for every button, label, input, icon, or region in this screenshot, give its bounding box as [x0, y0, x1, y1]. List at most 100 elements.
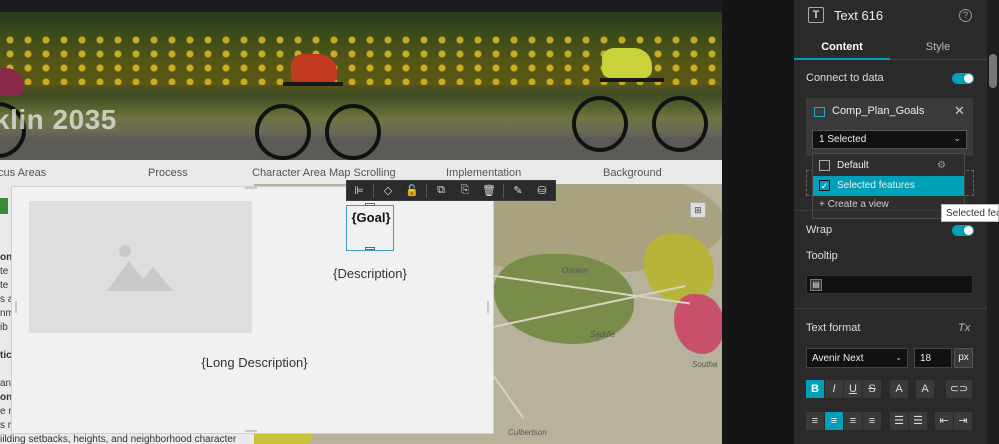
tab-style[interactable]: Style [890, 41, 986, 53]
text-format-label: Text format [806, 322, 861, 334]
text-line: e r [0, 406, 12, 417]
panel-header: T Text 616 ? [794, 0, 987, 32]
nav-item-background[interactable]: Background [603, 167, 662, 179]
long-description-text[interactable]: {Long Description} [162, 355, 347, 370]
datasource-name: Comp_Plan_Goals [832, 105, 925, 117]
card-edge-handle-top[interactable] [245, 187, 257, 189]
clear-format-icon[interactable]: Tx [958, 322, 970, 334]
create-view-link[interactable]: + Create a view [819, 199, 889, 210]
align-icon[interactable]: ⊫ [347, 181, 371, 200]
chevron-down-icon: ⌄ [953, 133, 961, 143]
close-icon[interactable]: ✕ [954, 103, 965, 119]
wrap-toggle[interactable] [952, 225, 974, 236]
panel-tabs: Content Style [794, 36, 987, 60]
font-family-select[interactable]: Avenir Next ⌄ [806, 348, 908, 368]
help-icon[interactable]: ? [959, 9, 972, 22]
bulleted-list-button[interactable]: ☰ [890, 412, 908, 430]
duplicate-icon[interactable]: ⧉ [429, 181, 453, 200]
widget-title: Text 616 [834, 8, 884, 23]
text-widget-icon: T [808, 7, 824, 23]
card-edge-handle-right[interactable] [487, 301, 489, 313]
text-line: ib [0, 322, 8, 333]
hero-title: klin 2035 [0, 104, 117, 135]
text-line: te [0, 266, 9, 277]
align-left-button[interactable]: ≡ [806, 412, 824, 430]
resize-handle-bottom[interactable] [365, 247, 375, 250]
description-text[interactable]: {Description} [310, 266, 430, 281]
map-label: Ortown [562, 266, 588, 275]
panel-scrollbar[interactable] [987, 0, 999, 444]
underline-button[interactable]: U [844, 380, 862, 398]
tooltip-label: Tooltip [806, 250, 838, 262]
text-line: s r [0, 420, 12, 431]
layers-icon[interactable]: ◇ [376, 181, 400, 200]
default-checkbox[interactable] [819, 160, 830, 171]
nav-item-focus-areas[interactable]: cus Areas [0, 167, 46, 179]
card-edge-handle-left[interactable] [15, 301, 17, 313]
view-option-selected-features[interactable]: ✓ Selected features [813, 176, 964, 196]
card-edge-handle-bottom[interactable] [245, 430, 257, 432]
numbered-list-button[interactable]: ☰ [909, 412, 927, 430]
resize-handle-top[interactable] [365, 203, 375, 206]
wrap-label: Wrap [806, 224, 833, 236]
builder-canvas[interactable]: klin 2035 cus Areas Process Character Ar… [0, 0, 722, 444]
data-icon[interactable]: ⛁ [530, 181, 554, 200]
nav-item-process[interactable]: Process [148, 167, 188, 179]
image-placeholder[interactable] [29, 201, 252, 333]
toolbar-divider [426, 183, 427, 198]
unlock-icon[interactable]: 🔓 [400, 181, 424, 200]
text-line: tic [0, 350, 12, 361]
hover-tooltip: Selected features [941, 204, 999, 222]
justify-button[interactable]: ≡ [863, 412, 881, 430]
expression-icon[interactable]: ▤ [810, 279, 822, 291]
align-center-button[interactable]: ≡ [825, 412, 843, 430]
nav-item-implementation[interactable]: Implementation [446, 167, 521, 179]
view-option-default[interactable]: Default ⚙ [813, 156, 964, 176]
highlight-color-button[interactable]: A [890, 380, 908, 398]
view-select-value: 1 Selected [819, 134, 867, 145]
card-widget[interactable]: {Goal} {Description} {Long Description} [11, 186, 494, 434]
chevron-down-icon: ⌄ [895, 353, 902, 362]
save-template-icon[interactable]: ⎘ [453, 181, 477, 200]
nav-item-character-area[interactable]: Character Area Map Scrolling [252, 167, 396, 179]
font-size-value: 18 [920, 353, 932, 364]
outdent-button[interactable]: ⇤ [935, 412, 953, 430]
text-line: iilding setbacks, heights, and neighborh… [0, 434, 237, 444]
text-line: an [0, 378, 12, 389]
section-divider [794, 308, 987, 309]
map-label: Culbertson [508, 428, 547, 437]
bold-button[interactable]: B [806, 380, 824, 398]
map-label: Saddle [590, 330, 615, 339]
text-line: te [0, 280, 9, 291]
connect-to-data-toggle[interactable] [952, 73, 974, 84]
connect-to-data-label: Connect to data [806, 72, 884, 84]
widget-floating-toolbar: ⊫ ◇ 🔓 ⧉ ⎘ 🗑 ✎ ⛁ [346, 180, 556, 201]
align-right-button[interactable]: ≡ [844, 412, 862, 430]
table-icon [814, 107, 825, 117]
font-color-button[interactable]: A [916, 380, 934, 398]
delete-icon[interactable]: 🗑 [477, 181, 501, 200]
goal-text[interactable]: {Goal} [347, 210, 395, 225]
map-tool-button[interactable]: ⊞ [690, 202, 706, 218]
scrollbar-thumb[interactable] [989, 54, 997, 88]
font-size-input[interactable]: 18 [914, 348, 952, 368]
view-option-label: Selected features [837, 180, 915, 191]
section-marker [0, 198, 8, 214]
tooltip-input[interactable]: ▤ [806, 275, 973, 294]
link-button[interactable]: ⊂⊃ [946, 380, 972, 398]
image-icon [107, 245, 173, 291]
selected-text-widget[interactable]: {Goal} [346, 203, 395, 251]
hero-image: klin 2035 [0, 12, 722, 160]
edit-icon[interactable]: ✎ [506, 181, 530, 200]
app-root: klin 2035 cus Areas Process Character Ar… [0, 0, 999, 444]
font-unit-button[interactable]: px [954, 348, 973, 368]
strikethrough-button[interactable]: S [863, 380, 881, 398]
selected-features-checkbox[interactable]: ✓ [819, 180, 830, 191]
datasource-card: Comp_Plan_Goals ✕ 1 Selected ⌄ [806, 98, 973, 156]
tab-content[interactable]: Content [794, 41, 890, 53]
view-select[interactable]: 1 Selected ⌄ [812, 130, 967, 149]
indent-button[interactable]: ⇥ [954, 412, 972, 430]
toolbar-divider [373, 183, 374, 198]
italic-button[interactable]: I [825, 380, 843, 398]
gear-icon[interactable]: ⚙ [937, 160, 946, 171]
